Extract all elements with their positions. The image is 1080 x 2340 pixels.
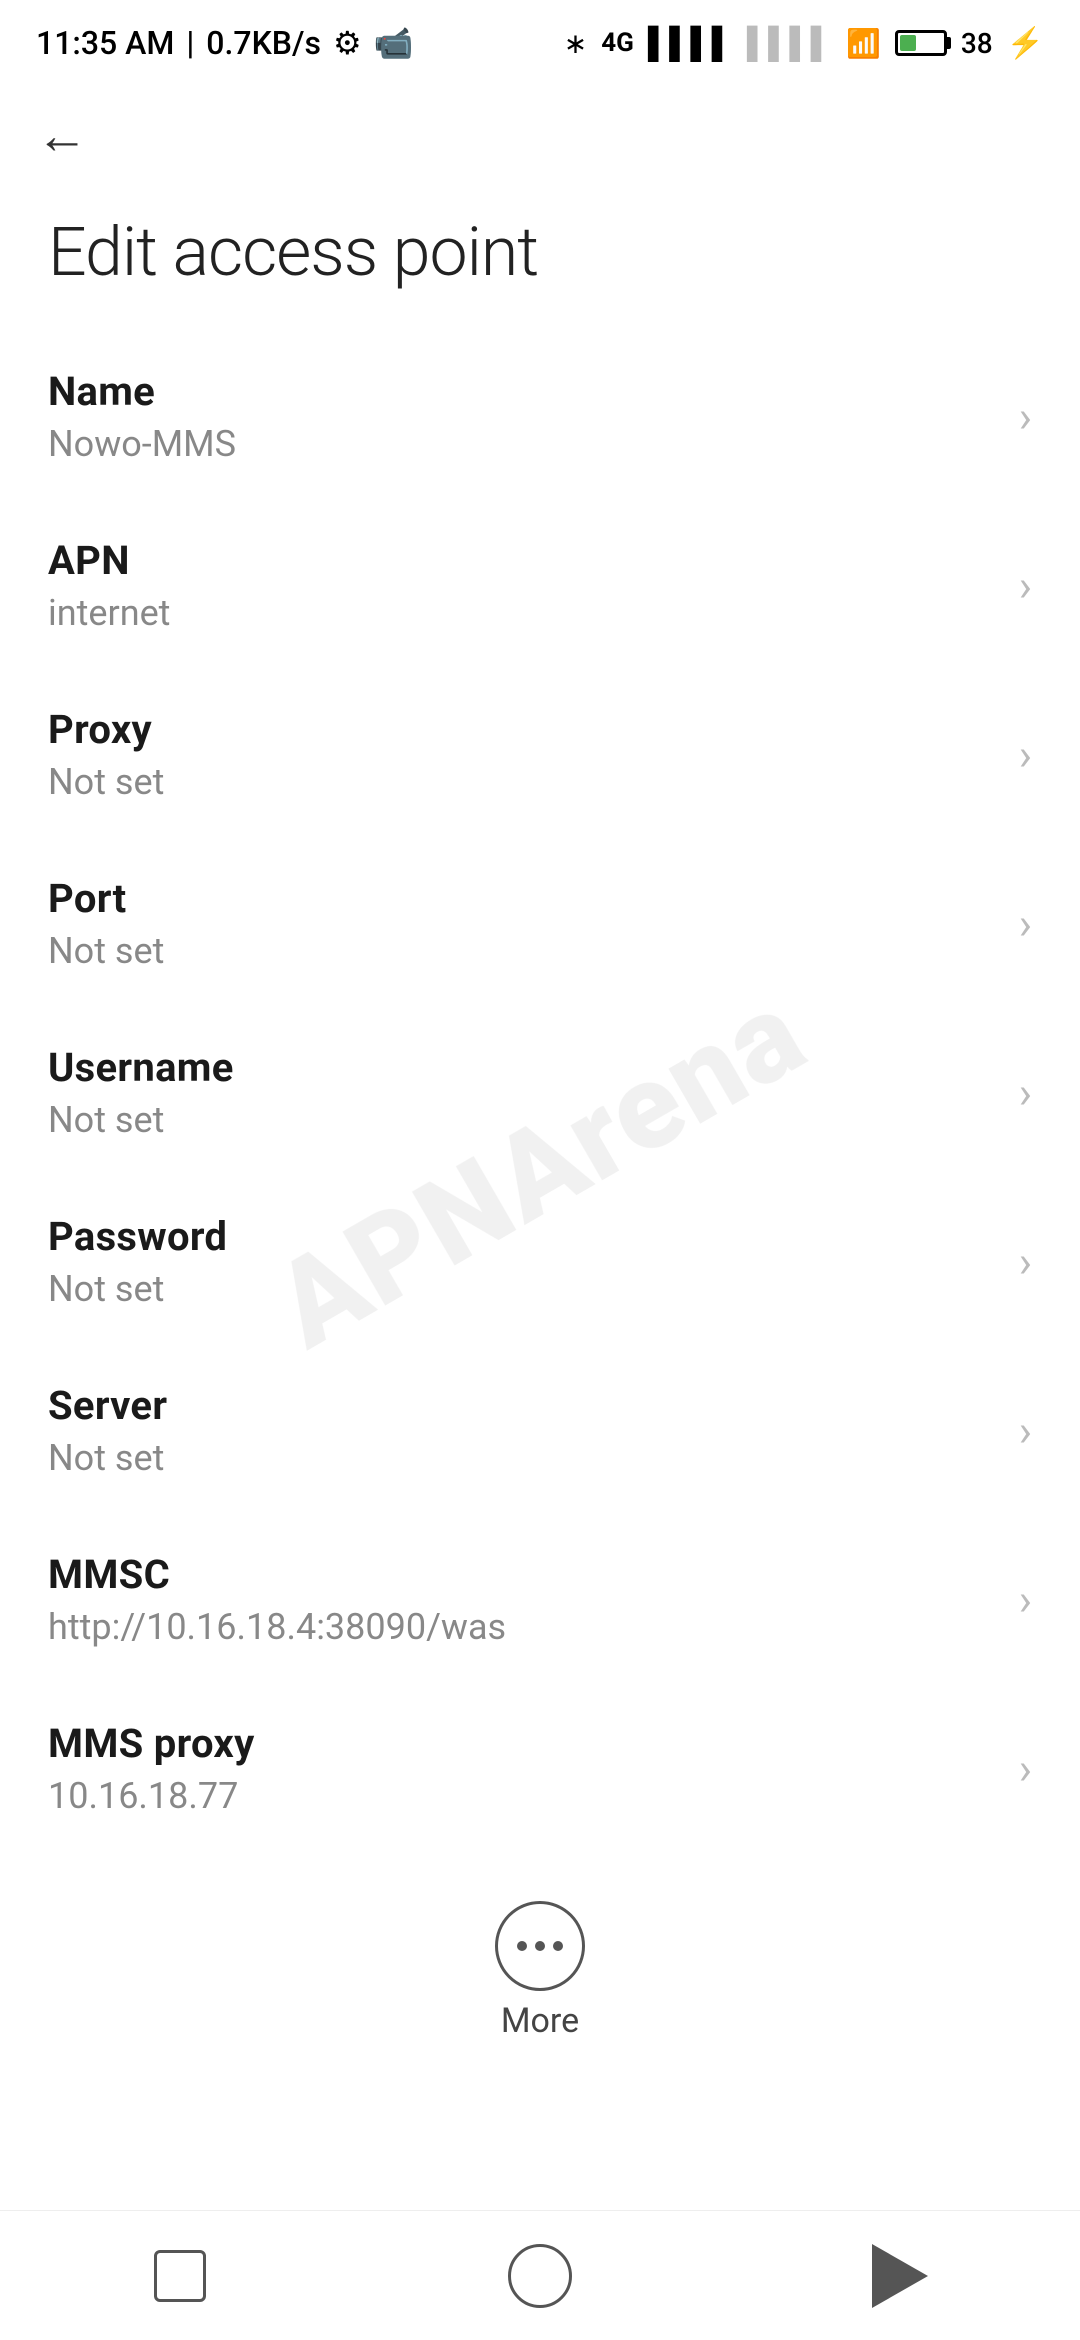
nav-recents-icon	[154, 2250, 206, 2302]
settings-icon: ⚙	[333, 24, 362, 62]
settings-item-apn-content: APN internet	[48, 537, 999, 634]
signal-4g-icon: 4G	[601, 28, 634, 58]
battery-percent: 38	[961, 27, 993, 60]
time-display: 11:35 AM	[36, 24, 174, 62]
wifi-icon: 📶	[846, 27, 881, 60]
more-label: More	[501, 2001, 579, 2041]
separator: |	[186, 24, 194, 62]
status-left: 11:35 AM | 0.7KB/s ⚙ 📹	[36, 24, 413, 62]
nav-back-button[interactable]	[850, 2226, 950, 2326]
settings-item-port[interactable]: Port Not set ›	[0, 839, 1080, 1008]
chevron-right-icon-port: ›	[1019, 902, 1032, 946]
settings-item-name-value: Nowo-MMS	[48, 423, 999, 465]
settings-item-name[interactable]: Name Nowo-MMS ›	[0, 332, 1080, 501]
settings-item-mms-proxy[interactable]: MMS proxy 10.16.18.77 ›	[0, 1684, 1080, 1853]
chevron-right-icon-name: ›	[1019, 395, 1032, 439]
settings-item-proxy-content: Proxy Not set	[48, 706, 999, 803]
speed-display: 0.7KB/s	[206, 24, 321, 62]
chevron-right-icon-password: ›	[1019, 1240, 1032, 1284]
chevron-right-icon-mms-proxy: ›	[1019, 1747, 1032, 1791]
settings-item-server-value: Not set	[48, 1437, 999, 1479]
settings-item-port-content: Port Not set	[48, 875, 999, 972]
chevron-right-icon-username: ›	[1019, 1071, 1032, 1115]
settings-item-username-label: Username	[48, 1044, 999, 1091]
more-dot-2	[535, 1941, 545, 1951]
nav-bar	[0, 2210, 1080, 2340]
settings-item-password-value: Not set	[48, 1268, 999, 1310]
charging-icon: ⚡	[1007, 26, 1044, 61]
settings-item-password-label: Password	[48, 1213, 999, 1260]
more-dot-3	[553, 1941, 563, 1951]
settings-item-server[interactable]: Server Not set ›	[0, 1346, 1080, 1515]
settings-item-username[interactable]: Username Not set ›	[0, 1008, 1080, 1177]
settings-item-mms-proxy-content: MMS proxy 10.16.18.77	[48, 1720, 999, 1817]
more-button[interactable]: More	[0, 1853, 1080, 2071]
nav-recents-button[interactable]	[130, 2226, 230, 2326]
bluetooth-icon: ∗	[564, 27, 587, 60]
settings-item-name-label: Name	[48, 368, 999, 415]
settings-item-username-value: Not set	[48, 1099, 999, 1141]
settings-item-mmsc-value: http://10.16.18.4:38090/was	[48, 1606, 999, 1648]
settings-list: Name Nowo-MMS › APN internet › Proxy Not…	[0, 332, 1080, 1853]
back-arrow-icon: ←	[36, 110, 88, 162]
nav-home-icon	[508, 2244, 572, 2308]
more-dot-1	[517, 1941, 527, 1951]
battery-icon	[895, 30, 947, 56]
settings-item-apn-value: internet	[48, 592, 999, 634]
settings-item-mms-proxy-label: MMS proxy	[48, 1720, 999, 1767]
settings-item-proxy-label: Proxy	[48, 706, 999, 753]
video-icon: 📹	[374, 24, 414, 62]
settings-item-mms-proxy-value: 10.16.18.77	[48, 1775, 999, 1817]
settings-item-port-value: Not set	[48, 930, 999, 972]
settings-item-server-label: Server	[48, 1382, 999, 1429]
settings-item-apn[interactable]: APN internet ›	[0, 501, 1080, 670]
settings-item-server-content: Server Not set	[48, 1382, 999, 1479]
settings-item-name-content: Name Nowo-MMS	[48, 368, 999, 465]
chevron-right-icon-server: ›	[1019, 1409, 1032, 1453]
settings-item-password[interactable]: Password Not set ›	[0, 1177, 1080, 1346]
nav-home-button[interactable]	[490, 2226, 590, 2326]
signal-bars-icon: ▌▌▌▌	[648, 26, 733, 61]
status-bar: 11:35 AM | 0.7KB/s ⚙ 📹 ∗ 4G ▌▌▌▌ ▌▌▌▌ 📶 …	[0, 0, 1080, 80]
settings-item-apn-label: APN	[48, 537, 999, 584]
signal-bars2-icon: ▌▌▌▌	[747, 26, 832, 61]
settings-item-mmsc-content: MMSC http://10.16.18.4:38090/was	[48, 1551, 999, 1648]
settings-item-proxy[interactable]: Proxy Not set ›	[0, 670, 1080, 839]
status-right: ∗ 4G ▌▌▌▌ ▌▌▌▌ 📶 38 ⚡	[564, 26, 1044, 61]
back-button[interactable]: ←	[36, 110, 1044, 162]
settings-item-proxy-value: Not set	[48, 761, 999, 803]
nav-back-icon	[872, 2244, 928, 2308]
more-dots-icon	[495, 1901, 585, 1991]
settings-item-mmsc[interactable]: MMSC http://10.16.18.4:38090/was ›	[0, 1515, 1080, 1684]
chevron-right-icon-proxy: ›	[1019, 733, 1032, 777]
chevron-right-icon-apn: ›	[1019, 564, 1032, 608]
settings-item-password-content: Password Not set	[48, 1213, 999, 1310]
settings-item-mmsc-label: MMSC	[48, 1551, 999, 1598]
settings-item-username-content: Username Not set	[48, 1044, 999, 1141]
top-bar: ←	[0, 80, 1080, 182]
page-title: Edit access point	[0, 182, 1080, 332]
settings-item-port-label: Port	[48, 875, 999, 922]
chevron-right-icon-mmsc: ›	[1019, 1578, 1032, 1622]
